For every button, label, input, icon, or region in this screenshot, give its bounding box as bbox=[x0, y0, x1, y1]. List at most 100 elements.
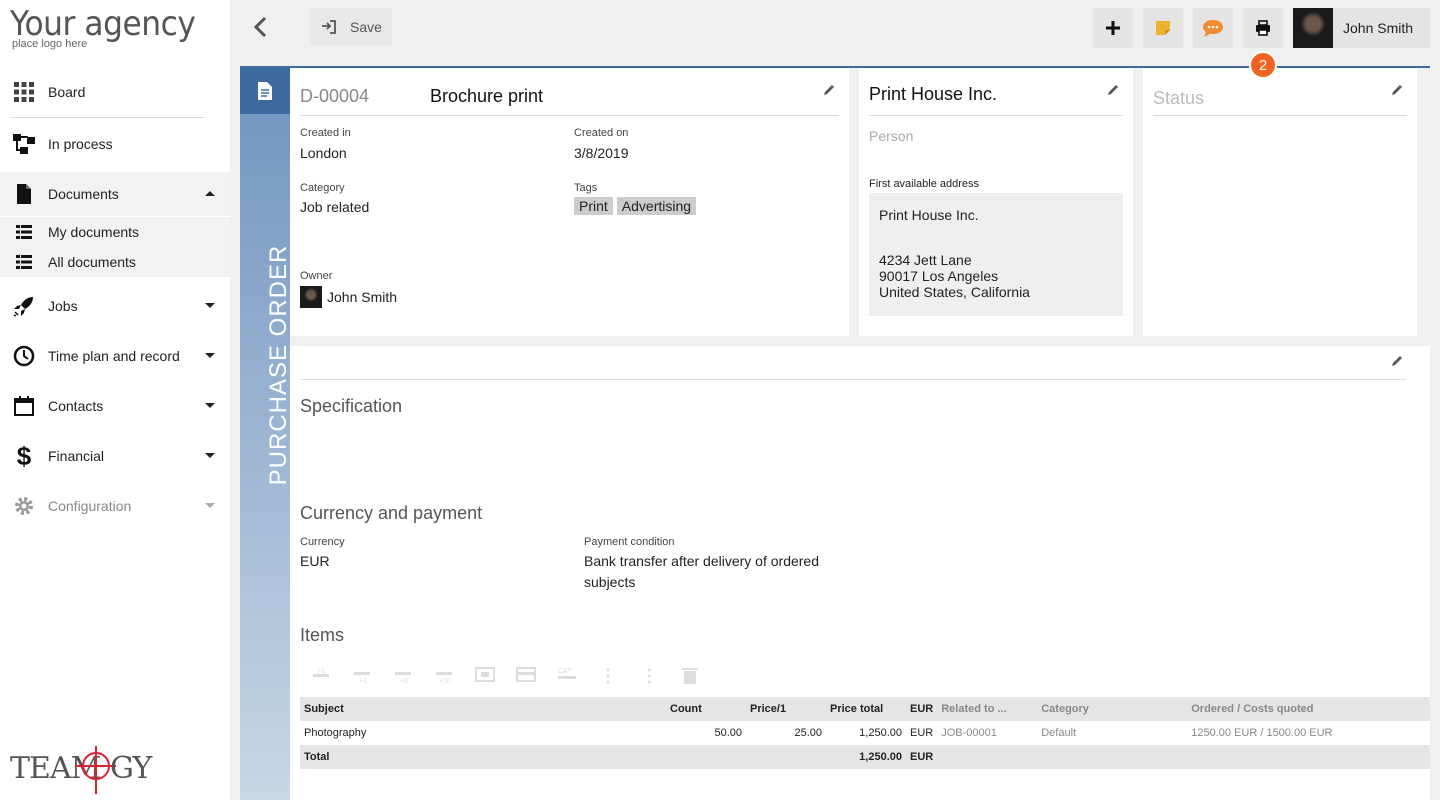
column-header[interactable]: Price total bbox=[826, 697, 906, 721]
gear-icon bbox=[12, 494, 36, 518]
tag[interactable]: Print bbox=[574, 197, 613, 215]
sidebar-item-configuration[interactable]: Configuration bbox=[0, 484, 230, 528]
user-menu[interactable]: John Smith bbox=[1293, 8, 1430, 48]
column-header[interactable]: Price/1 bbox=[746, 697, 826, 721]
back-chevron-icon[interactable] bbox=[250, 14, 272, 40]
rocket-icon bbox=[12, 294, 36, 318]
sidebar-item-time-plan[interactable]: Time plan and record bbox=[0, 334, 230, 378]
owner-avatar bbox=[300, 286, 322, 308]
insert-ten-rows-icon[interactable]: +10 bbox=[434, 666, 454, 685]
chat-icon bbox=[1203, 20, 1223, 37]
company-name[interactable]: Print House Inc. bbox=[869, 84, 997, 105]
sidebar-item-all-documents[interactable]: All documents bbox=[0, 247, 230, 277]
specification-heading: Specification bbox=[300, 396, 403, 416]
sidebar-item-in-process[interactable]: In process bbox=[0, 122, 230, 166]
address-line: United States, California bbox=[879, 284, 1030, 300]
column-header[interactable]: Ordered / Costs quoted bbox=[1187, 697, 1430, 721]
currency-value: EUR bbox=[300, 553, 330, 569]
person-placeholder[interactable]: Person bbox=[869, 128, 913, 144]
column-header[interactable]: Category bbox=[1037, 697, 1187, 721]
notification-badge[interactable]: 2 bbox=[1249, 51, 1277, 79]
sidebar-item-label: Documents bbox=[48, 186, 119, 202]
edit-pencil-icon[interactable] bbox=[1106, 83, 1120, 97]
sticky-note-icon bbox=[1156, 21, 1170, 35]
payment-condition-line: subjects bbox=[584, 574, 636, 590]
status-title[interactable]: Status bbox=[1153, 88, 1204, 109]
sidebar-item-my-documents[interactable]: My documents bbox=[0, 217, 230, 247]
sidebar-item-jobs[interactable]: Jobs bbox=[0, 284, 230, 328]
document-title[interactable]: Brochure print bbox=[430, 86, 543, 107]
caret-down-icon bbox=[205, 453, 215, 458]
note-button[interactable] bbox=[1143, 8, 1183, 48]
items-heading: Items bbox=[300, 625, 345, 645]
insert-five-rows-icon[interactable]: +5 bbox=[393, 666, 413, 685]
created-in-label: Created in bbox=[300, 127, 351, 139]
more-vertical-icon[interactable] bbox=[598, 666, 618, 684]
address-line bbox=[879, 223, 1113, 252]
caret-down-icon bbox=[205, 403, 215, 408]
divider bbox=[869, 115, 1123, 116]
created-in-value: London bbox=[300, 145, 347, 161]
owner-label: Owner bbox=[300, 270, 333, 282]
sidebar: Your agency place logo here Board In pro… bbox=[0, 0, 230, 800]
more-vertical-icon[interactable] bbox=[639, 666, 659, 684]
owner-value[interactable]: John Smith bbox=[327, 289, 397, 305]
sidebar-item-label: All documents bbox=[48, 254, 136, 270]
address-box: Print House Inc. 4234 Jett Lane 90017 Lo… bbox=[869, 193, 1123, 316]
edit-pencil-icon[interactable] bbox=[1390, 83, 1404, 97]
template-icon[interactable] bbox=[516, 666, 536, 684]
caret-down-icon bbox=[205, 303, 215, 308]
document-type-label: PURCHASE ORDER bbox=[265, 244, 292, 486]
total-currency: EUR bbox=[910, 751, 934, 763]
sidebar-item-label: Contacts bbox=[48, 398, 104, 414]
import-icon[interactable] bbox=[475, 666, 495, 684]
print-button[interactable] bbox=[1243, 8, 1283, 48]
sidebar-item-label: Board bbox=[48, 84, 86, 100]
document-type-tab[interactable] bbox=[240, 68, 290, 114]
list-icon bbox=[16, 255, 32, 269]
column-header[interactable]: Count bbox=[666, 697, 746, 721]
add-button[interactable] bbox=[1093, 8, 1133, 48]
avatar bbox=[1293, 8, 1333, 48]
column-header[interactable]: EUR bbox=[906, 697, 937, 721]
sidebar-item-documents[interactable]: Documents bbox=[0, 172, 230, 216]
cell-currency: EUR bbox=[910, 727, 934, 739]
comments-button[interactable] bbox=[1193, 8, 1233, 48]
edit-pencil-icon[interactable] bbox=[1390, 354, 1404, 368]
address-label: First available address bbox=[869, 178, 980, 190]
divider bbox=[1153, 115, 1407, 116]
dollar-icon: $ bbox=[16, 440, 32, 471]
add-row-icon[interactable]: +1 bbox=[311, 666, 331, 684]
table-row[interactable]: Photography 50.00 25.00 1,250.00 EUR JOB… bbox=[300, 721, 1430, 745]
column-header[interactable]: Related to ... bbox=[937, 697, 1037, 721]
document-number: D-00004 bbox=[300, 86, 370, 106]
payment-condition-line: Bank transfer after delivery of ordered bbox=[584, 553, 820, 569]
cell-subject: Photography bbox=[304, 727, 367, 739]
cell-ordered: 1250.00 EUR / 1500.00 EUR bbox=[1191, 727, 1333, 739]
insert-row-icon[interactable]: +1 bbox=[352, 666, 372, 685]
edit-pencil-icon[interactable] bbox=[822, 83, 836, 97]
sidebar-item-board[interactable]: Board bbox=[0, 70, 230, 114]
sidebar-item-contacts[interactable]: Contacts bbox=[0, 384, 230, 428]
category-label: Category bbox=[300, 182, 345, 194]
save-button[interactable]: Save bbox=[310, 8, 392, 46]
caret-up-icon bbox=[205, 191, 215, 196]
cell-count: 50.00 bbox=[714, 727, 742, 739]
caret-down-icon bbox=[205, 503, 215, 508]
sidebar-item-label: In process bbox=[48, 136, 113, 152]
clock-icon bbox=[12, 344, 36, 368]
catalog-icon[interactable]: CAT bbox=[557, 666, 577, 684]
svg-text:+1: +1 bbox=[317, 668, 325, 675]
divider bbox=[10, 117, 205, 118]
trash-icon[interactable] bbox=[680, 666, 700, 684]
sidebar-item-financial[interactable]: $ Financial bbox=[0, 434, 230, 478]
tag[interactable]: Advertising bbox=[616, 197, 697, 215]
grid-icon bbox=[12, 80, 36, 104]
table-total-row: Total 1,250.00 EUR bbox=[300, 745, 1430, 769]
currency-payment-heading: Currency and payment bbox=[300, 503, 483, 523]
address-line: Print House Inc. bbox=[879, 207, 979, 223]
column-header[interactable]: Subject bbox=[300, 697, 666, 721]
receipt-icon bbox=[258, 82, 272, 100]
address-line: 4234 Jett Lane bbox=[879, 252, 972, 268]
items-table: Subject Count Price/1 Price total EUR Re… bbox=[300, 697, 1430, 769]
